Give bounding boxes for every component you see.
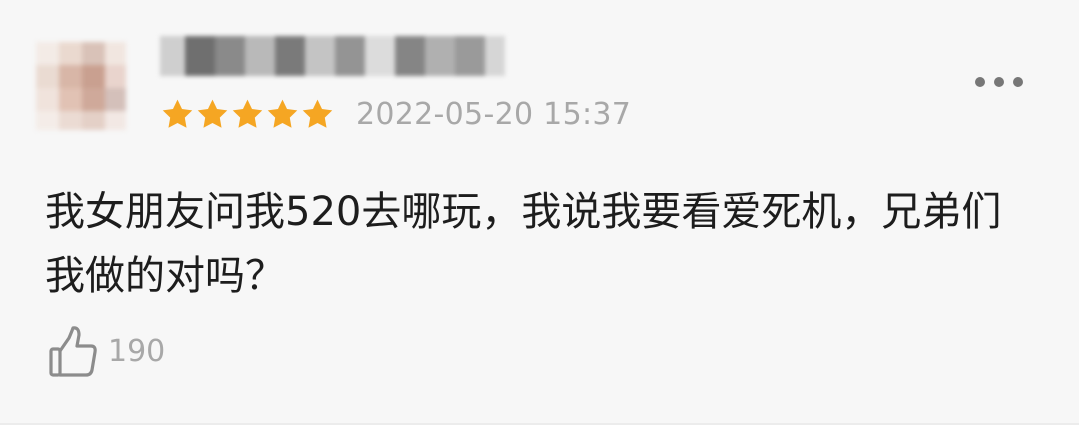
review-comment: 我女朋友问我520去哪玩，我说我要看爱死机，兄弟们我做的对吗？ xyxy=(45,189,1002,299)
star-icon xyxy=(160,97,195,132)
star-icon xyxy=(265,97,300,132)
more-options-button[interactable] xyxy=(975,72,1023,92)
like-button[interactable]: 190 xyxy=(48,325,165,379)
avatar[interactable] xyxy=(36,42,126,130)
star-rating xyxy=(160,96,335,132)
star-icon xyxy=(230,97,265,132)
thumbs-up-icon xyxy=(48,325,98,379)
star-icon xyxy=(195,97,230,132)
review-timestamp: 2022-05-20 15:37 xyxy=(356,97,632,132)
review-card: 2022-05-20 15:37 我女朋友问我520去哪玩，我说我要看爱死机，兄… xyxy=(0,0,1079,425)
more-dot xyxy=(1013,77,1023,87)
like-count: 190 xyxy=(108,334,166,369)
star-icon xyxy=(300,97,335,132)
more-horizontal-icon xyxy=(975,77,985,87)
more-dot xyxy=(994,77,1004,87)
username-redacted[interactable] xyxy=(160,36,505,76)
